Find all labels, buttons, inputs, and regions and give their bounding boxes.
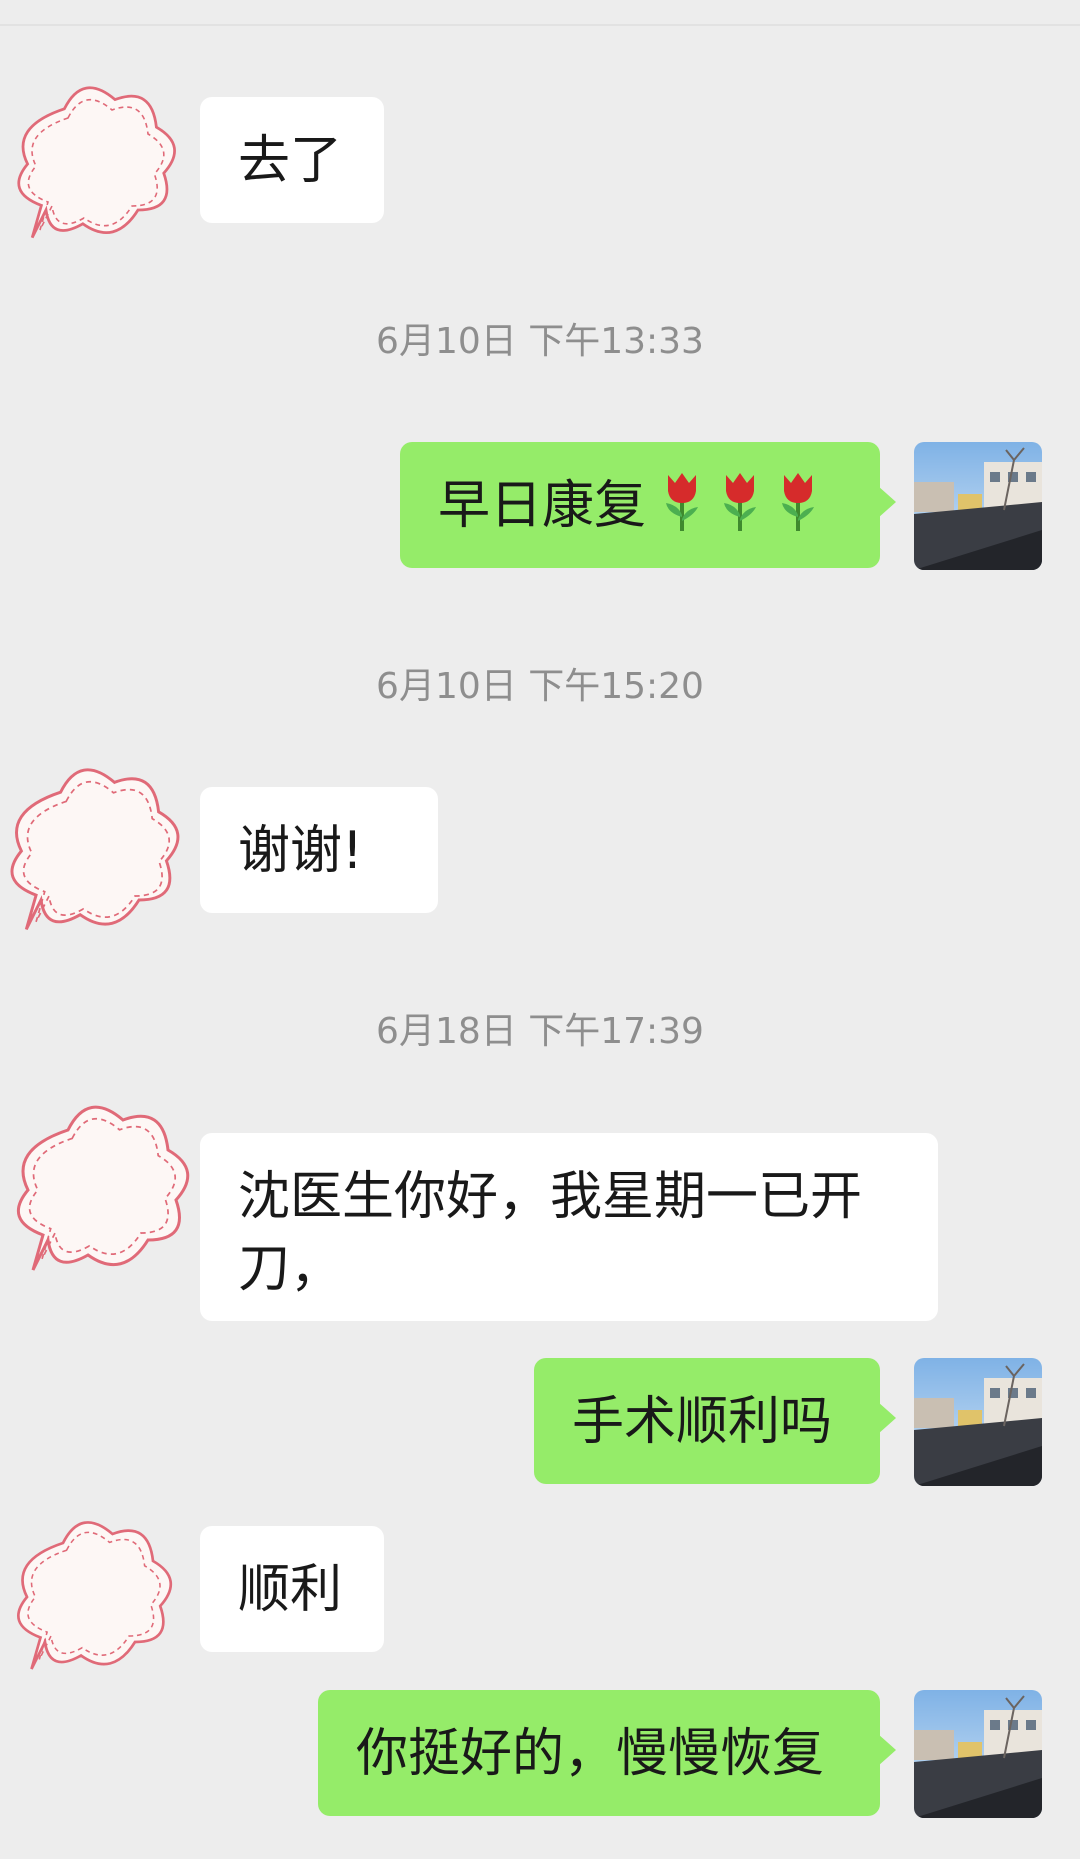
message-bubble[interactable]: 谢谢! bbox=[200, 787, 438, 913]
user-avatar[interactable] bbox=[914, 442, 1042, 570]
message-bubble[interactable]: 你挺好的，慢慢恢复 bbox=[318, 1690, 896, 1816]
sticker-avatar-icon[interactable] bbox=[0, 1100, 200, 1300]
timestamp: 6月18日 下午17:39 bbox=[376, 1011, 704, 1052]
sticker-avatar-icon[interactable] bbox=[0, 765, 200, 965]
timestamp: 6月10日 下午15:20 bbox=[376, 666, 704, 707]
top-divider bbox=[0, 24, 1080, 26]
user-avatar[interactable] bbox=[914, 1690, 1042, 1818]
sticker-avatar-icon[interactable] bbox=[0, 82, 200, 282]
sticker-avatar-icon[interactable] bbox=[0, 1515, 200, 1715]
tulip-icon bbox=[782, 473, 815, 531]
tulip-icon bbox=[666, 473, 699, 531]
user-avatar[interactable] bbox=[914, 1358, 1042, 1486]
message-bubble[interactable]: 去了 bbox=[200, 97, 384, 223]
message-bubble[interactable]: 顺利 bbox=[200, 1526, 384, 1652]
message-bubble[interactable]: 沈医生你好，我星期一已开刀， bbox=[200, 1133, 938, 1321]
tulip-icon bbox=[724, 473, 757, 531]
message-text: 早日康复 bbox=[438, 476, 647, 536]
message-bubble[interactable]: 手术顺利吗 bbox=[534, 1358, 896, 1484]
timestamp: 6月10日 下午13:33 bbox=[376, 321, 704, 362]
message-bubble[interactable]: 早日康复 bbox=[400, 442, 896, 568]
